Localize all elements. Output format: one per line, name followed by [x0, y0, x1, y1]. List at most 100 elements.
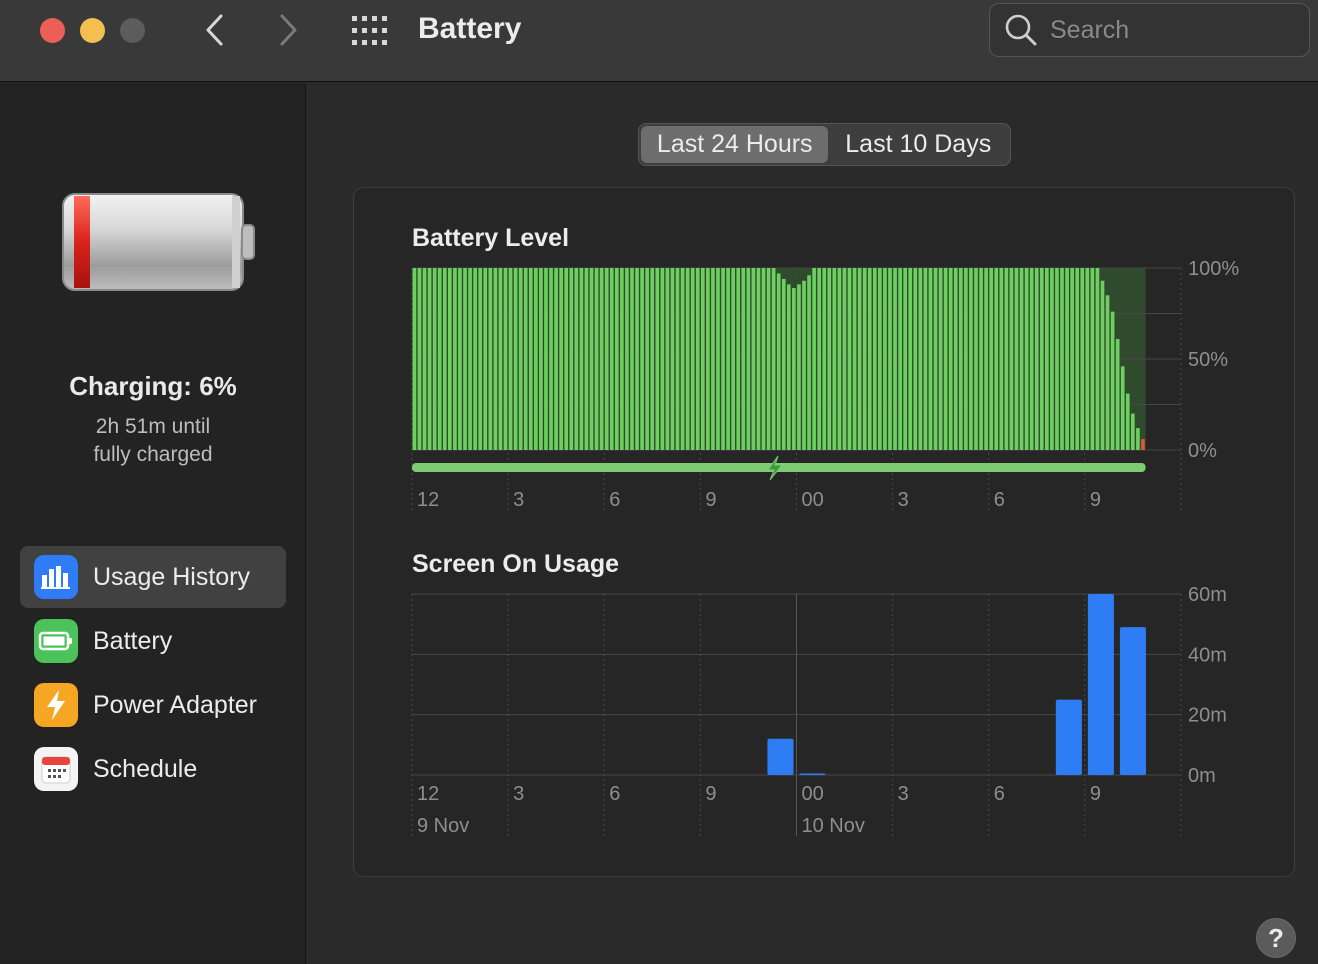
battery-level-bar — [604, 268, 609, 450]
back-button[interactable] — [195, 10, 235, 50]
battery-level-bar — [422, 268, 427, 450]
battery-level-bar — [1009, 268, 1014, 450]
battery-level-bar — [903, 268, 908, 450]
sidebar-item-label: Usage History — [93, 562, 250, 591]
chevron-right-icon — [280, 14, 297, 46]
usage-panel: Battery Level 100% 50% 0% 12 3 6 9 00 3 6 9 Screen… — [353, 187, 1295, 877]
chevron-left-icon — [206, 14, 223, 46]
battery-level-bar — [766, 268, 771, 450]
battery-level-bar — [1100, 280, 1105, 450]
battery-level-bar — [938, 268, 943, 450]
battery-level-bar — [1055, 268, 1059, 450]
usage-y-tick: 60m — [1188, 584, 1227, 606]
battery-level-bar — [640, 268, 644, 450]
usage-x-tick: 3 — [898, 783, 909, 805]
help-button[interactable]: ? — [1256, 918, 1296, 958]
battery-level-bar — [999, 268, 1004, 450]
search-input[interactable] — [1050, 15, 1290, 45]
battery-level-bar — [786, 284, 791, 450]
tab-last-10-days[interactable]: Last 10 Days — [828, 126, 1008, 163]
battery-level-bar — [706, 268, 710, 450]
battery-level-bar — [1019, 268, 1024, 450]
battery-level-bar — [1090, 268, 1095, 450]
sidebar-item-power-adapter[interactable]: Power Adapter — [20, 674, 286, 736]
battery-large-icon — [62, 193, 255, 291]
usage-date-label: 10 Nov — [802, 815, 865, 837]
battery-level-bar — [867, 268, 872, 450]
battery-x-tick: 6 — [994, 489, 1005, 511]
sidebar-item-usage-history[interactable]: Usage History — [20, 546, 286, 608]
usage-history-icon — [34, 555, 78, 599]
battery-level-bar — [549, 268, 553, 450]
battery-level-bar — [776, 273, 781, 450]
battery-window: Battery Search Charging: 6% 2h 51m until… — [0, 0, 1318, 964]
battery-level-bar — [1034, 268, 1039, 450]
battery-level-bar — [523, 268, 528, 450]
battery-level-bar — [665, 268, 670, 450]
battery-level-bar — [498, 268, 503, 450]
sidebar: Charging: 6% 2h 51m until fully charged … — [0, 83, 306, 964]
time-range-segmented-control: Last 24 Hours Last 10 Days — [638, 123, 1011, 166]
zoom-window-button[interactable] — [120, 18, 145, 43]
battery-level-bar — [493, 268, 498, 450]
battery-level-bar — [756, 268, 761, 450]
sidebar-item-battery[interactable]: Battery — [20, 610, 286, 672]
time-to-full-line2: fully charged — [93, 443, 213, 466]
battery-level-bar — [630, 268, 634, 450]
battery-level-bar — [847, 268, 852, 450]
battery-level-bar — [862, 268, 867, 450]
battery-level-bar — [928, 268, 933, 450]
battery-level-bar — [589, 268, 594, 450]
battery-level-bar — [645, 268, 649, 450]
battery-level-bar — [761, 268, 766, 450]
tab-last-24-hours[interactable]: Last 24 Hours — [641, 126, 829, 163]
minimize-window-button[interactable] — [80, 18, 105, 43]
battery-level-bar — [442, 268, 447, 450]
calendar-icon — [34, 747, 78, 791]
battery-level-bar — [448, 268, 452, 450]
battery-level-bar — [822, 268, 827, 450]
battery-level-bar — [842, 268, 847, 450]
battery-level-bar — [827, 268, 832, 450]
battery-y-tick: 100% — [1188, 258, 1239, 280]
battery-level-bar — [802, 280, 806, 450]
sidebar-item-schedule[interactable]: Schedule — [20, 738, 286, 800]
battery-level-bar — [609, 268, 614, 450]
close-window-button[interactable] — [40, 18, 65, 43]
battery-level-bar — [675, 268, 680, 450]
battery-level-bar — [726, 268, 730, 450]
battery-x-tick: 3 — [898, 489, 909, 511]
battery-level-bar — [953, 268, 958, 450]
battery-level-bar — [736, 268, 741, 450]
battery-level-bar — [559, 268, 563, 450]
battery-level-bar — [614, 268, 619, 450]
battery-level-bar — [1014, 268, 1019, 450]
battery-level-bar — [690, 268, 695, 450]
window-title: Battery — [418, 12, 522, 45]
battery-level-bar — [1070, 268, 1074, 450]
battery-level-bar — [711, 268, 715, 450]
battery-icon — [34, 619, 78, 663]
forward-button[interactable] — [268, 10, 308, 50]
battery-level-bar — [427, 268, 432, 450]
show-all-button[interactable] — [350, 14, 390, 48]
time-to-full-line1: 2h 51m until — [95, 415, 211, 438]
battery-level-bar — [812, 268, 816, 450]
battery-level-bar — [1131, 413, 1135, 450]
battery-level-bar — [888, 268, 892, 450]
battery-level-bar — [807, 275, 811, 450]
usage-date-label: 9 Nov — [417, 815, 469, 837]
battery-level-bar — [817, 268, 821, 450]
battery-level-bar — [1024, 268, 1029, 450]
battery-level-bar — [554, 268, 558, 450]
usage-x-tick: 9 — [705, 783, 716, 805]
battery-level-bar — [741, 268, 746, 450]
battery-level-bar — [771, 268, 776, 450]
battery-level-bar — [483, 268, 488, 450]
battery-level-bar — [837, 268, 842, 450]
battery-x-tick: 9 — [1090, 489, 1101, 511]
battery-level-bar — [852, 268, 857, 450]
search-icon — [1005, 14, 1037, 46]
battery-x-tick: 00 — [802, 489, 824, 511]
search-field[interactable] — [989, 3, 1310, 57]
